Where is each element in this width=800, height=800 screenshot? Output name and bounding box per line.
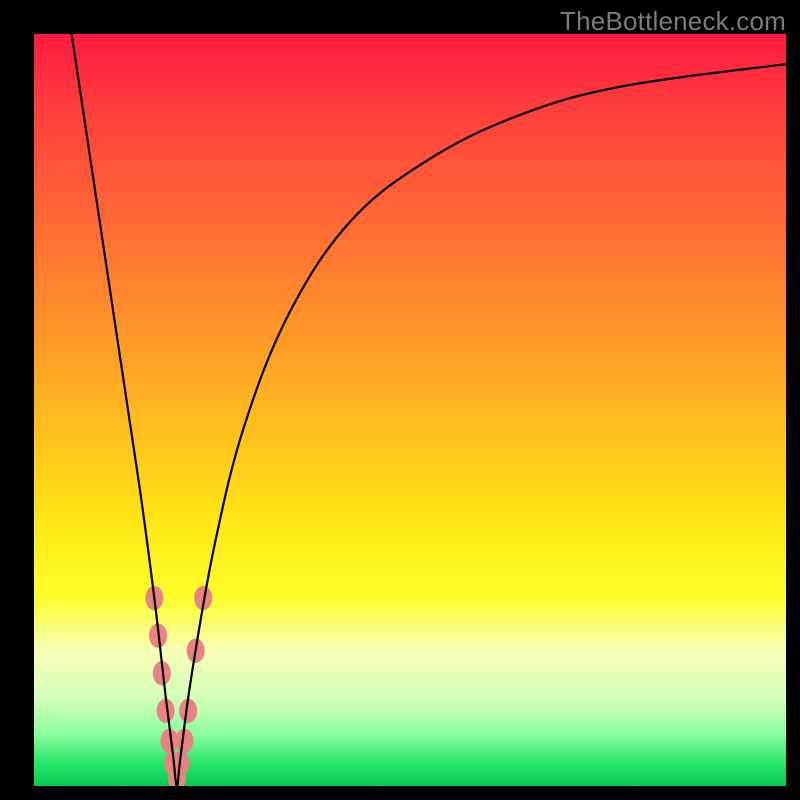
chart-frame: TheBottleneck.com [0,0,800,800]
bottleneck-curve [72,34,786,786]
chart-svg [34,34,786,786]
watermark-text: TheBottleneck.com [560,6,786,37]
plot-area [34,34,786,786]
